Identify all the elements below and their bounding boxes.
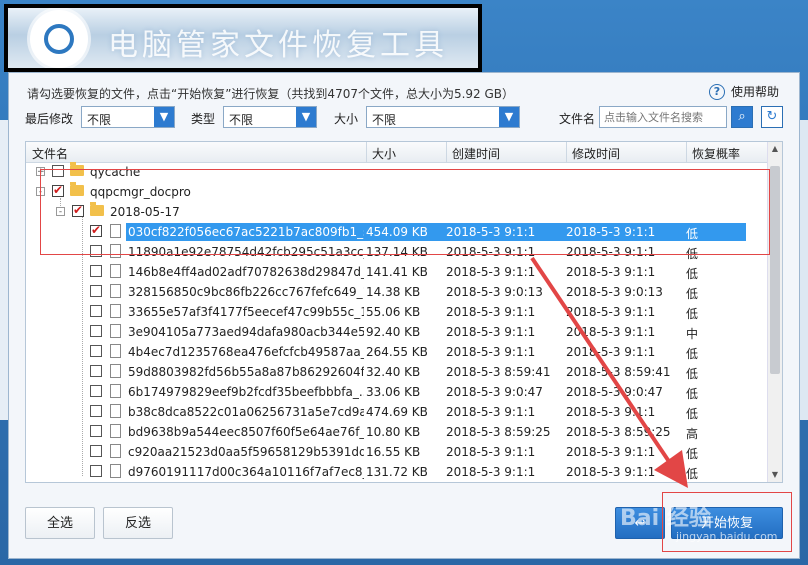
annotation-arrow — [530, 256, 688, 488]
watermark-url: jingyan.baidu.com — [676, 530, 778, 543]
watermark: Bai 经验 — [620, 506, 711, 531]
